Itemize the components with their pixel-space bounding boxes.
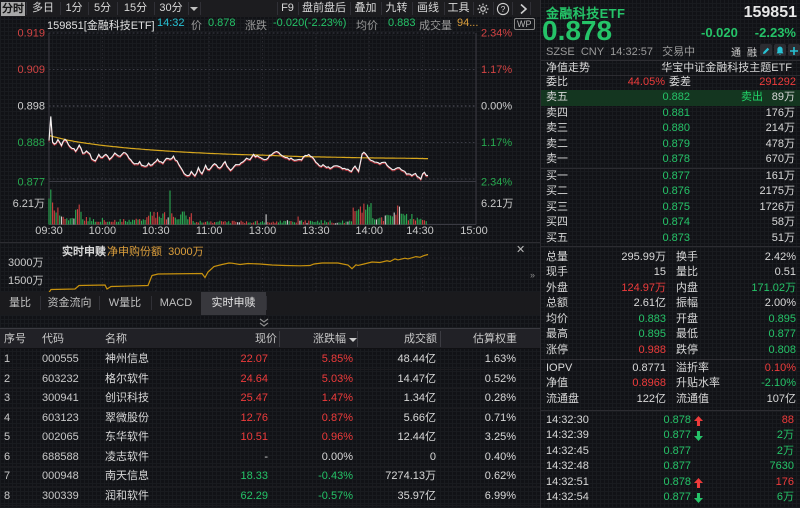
- svg-text:0.898: 0.898: [17, 101, 45, 113]
- svg-text:6.21万: 6.21万: [13, 198, 45, 210]
- svg-text:10:00: 10:00: [89, 225, 117, 237]
- svg-text:1.17%: 1.17%: [481, 64, 512, 76]
- svg-text:0.888: 0.888: [17, 137, 45, 149]
- svg-text:13:00: 13:00: [249, 225, 277, 237]
- svg-text:0.877: 0.877: [17, 177, 45, 189]
- svg-text:11:00: 11:00: [196, 225, 223, 237]
- svg-text:0.909: 0.909: [17, 64, 45, 76]
- svg-text:1.17%: 1.17%: [481, 137, 512, 149]
- svg-text:14:00: 14:00: [355, 225, 383, 237]
- svg-text:6.21万: 6.21万: [481, 198, 513, 210]
- svg-text:2.34%: 2.34%: [481, 177, 512, 189]
- svg-text:15:00: 15:00: [460, 225, 488, 237]
- svg-text:10:30: 10:30: [142, 225, 170, 237]
- svg-text:?: ?: [501, 4, 506, 14]
- svg-text:13:30: 13:30: [302, 225, 330, 237]
- svg-text:09:30: 09:30: [35, 225, 63, 237]
- svg-text:14:30: 14:30: [406, 225, 434, 237]
- svg-text:0.00%: 0.00%: [481, 101, 512, 113]
